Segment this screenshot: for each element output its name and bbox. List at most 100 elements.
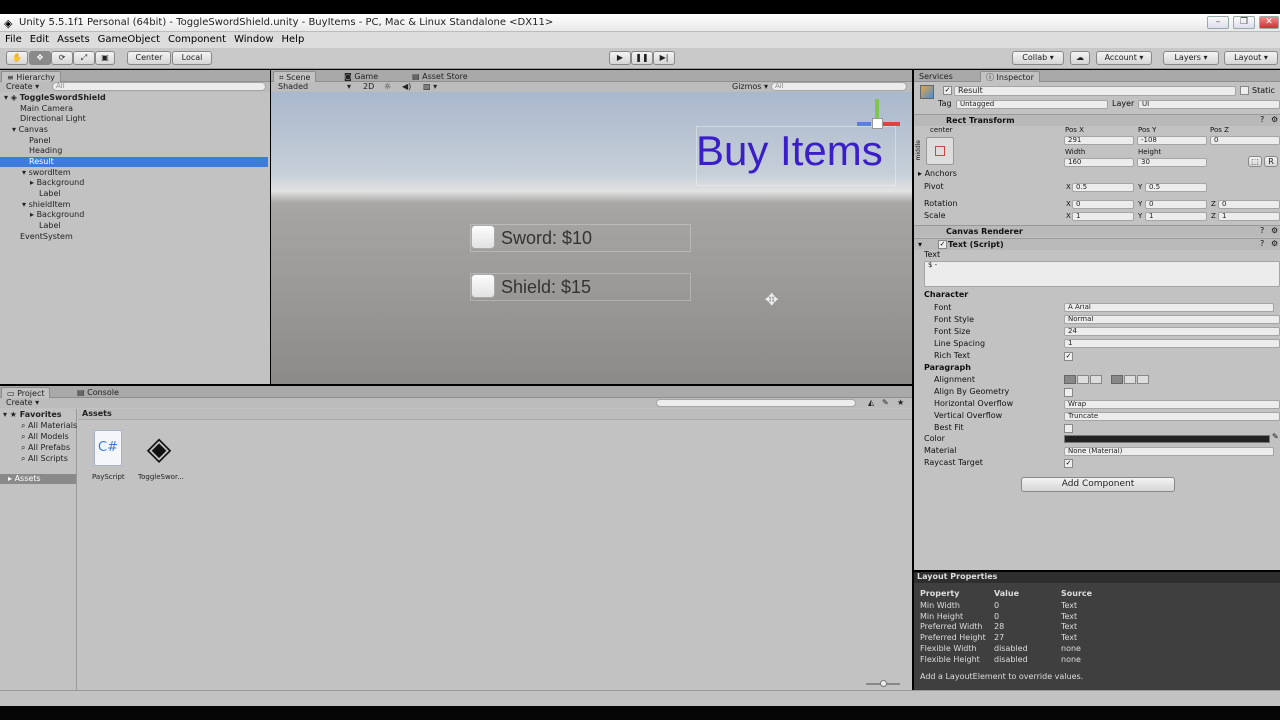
layout-properties-header[interactable]: Layout Properties xyxy=(914,572,1280,583)
hierarchy-item-background[interactable]: ▸ Background xyxy=(30,178,84,188)
breadcrumb[interactable]: Assets xyxy=(82,409,112,419)
menu-gameobject[interactable]: GameObject xyxy=(94,32,164,48)
hierarchy-item-main-camera[interactable]: Main Camera xyxy=(20,104,73,114)
align-right-icon[interactable] xyxy=(1090,375,1102,384)
color-swatch[interactable] xyxy=(1064,435,1270,443)
hierarchy-item-heading[interactable]: Heading xyxy=(29,146,62,156)
gizmos-dropdown[interactable]: Gizmos ▾ xyxy=(732,82,768,92)
pivot-local-button[interactable]: Local xyxy=(172,51,212,65)
scale-y-field[interactable]: 1 xyxy=(1145,212,1207,221)
hierarchy-item-panel[interactable]: Panel xyxy=(29,136,51,146)
tab-console[interactable]: ▤ Console xyxy=(72,387,124,398)
scene-gizmo[interactable] xyxy=(854,99,902,147)
static-checkbox[interactable] xyxy=(1240,86,1249,95)
pos-z-field[interactable]: 0 xyxy=(1210,136,1280,145)
layer-dropdown[interactable]: UI xyxy=(1138,100,1280,109)
raw-edit-icon[interactable]: R xyxy=(1264,156,1278,167)
align-top-icon[interactable] xyxy=(1111,375,1123,384)
gear-icon[interactable]: ⚙ xyxy=(1271,226,1278,236)
hierarchy-item-directional-light[interactable]: Directional Light xyxy=(20,114,86,124)
tab-scene[interactable]: ⌗ Scene xyxy=(273,71,317,82)
filter-label-icon[interactable]: ✎ xyxy=(882,398,889,408)
height-field[interactable]: 30 xyxy=(1137,158,1207,167)
add-component-button[interactable]: Add Component xyxy=(1021,477,1175,492)
menu-help[interactable]: Help xyxy=(278,32,309,48)
cloud-icon[interactable]: ☁ xyxy=(1070,51,1090,65)
pos-x-field[interactable]: 291 xyxy=(1064,136,1134,145)
shield-checkbox[interactable] xyxy=(471,274,495,298)
move-tool-icon[interactable]: ✥ xyxy=(29,51,51,65)
hierarchy-item-canvas[interactable]: ▾ Canvas xyxy=(12,125,48,135)
text-script-header[interactable]: ▾ ✓ Text (Script) ? ⚙ xyxy=(914,238,1280,250)
material-field[interactable]: None (Material) xyxy=(1064,447,1274,456)
scene-root[interactable]: ▾ ◈ ToggleSwordShield xyxy=(4,93,106,103)
raycast-checkbox[interactable]: ✓ xyxy=(1064,459,1073,468)
rotation-x-field[interactable]: 0 xyxy=(1072,200,1134,209)
pause-button[interactable]: ❚❚ xyxy=(631,51,653,65)
canvas-renderer-header[interactable]: Canvas Renderer ? ⚙ xyxy=(914,225,1280,237)
font-size-field[interactable]: 24 xyxy=(1064,327,1280,336)
align-middle-icon[interactable] xyxy=(1124,375,1136,384)
hierarchy-item-label[interactable]: Label xyxy=(39,221,61,231)
help-icon[interactable]: ? xyxy=(1260,239,1264,249)
text-area[interactable]: $ - xyxy=(924,261,1280,287)
h-overflow-dropdown[interactable]: Wrap xyxy=(1064,400,1280,409)
gear-icon[interactable]: ⚙ xyxy=(1271,239,1278,249)
filter-type-icon[interactable]: ◭ xyxy=(868,398,874,408)
favorite-star-icon[interactable]: ★ xyxy=(897,398,904,408)
hierarchy-item-background[interactable]: ▸ Background xyxy=(30,210,84,220)
scene-viewport[interactable]: Buy Items Sword: $10 Shield: $15 ✥ xyxy=(271,92,912,384)
minimize-button[interactable]: – xyxy=(1207,16,1229,29)
collab-button[interactable]: Collab ▾ xyxy=(1012,51,1064,65)
pivot-x-field[interactable]: 0.5 xyxy=(1072,183,1134,192)
menu-component[interactable]: Component xyxy=(164,32,230,48)
hierarchy-search-input[interactable]: All xyxy=(52,82,266,91)
object-name-field[interactable]: Result xyxy=(954,86,1236,96)
active-checkbox[interactable]: ✓ xyxy=(943,86,952,95)
tab-game[interactable]: ◙ Game xyxy=(339,71,383,82)
project-search-input[interactable] xyxy=(656,399,856,407)
hierarchy-item-eventsystem[interactable]: EventSystem xyxy=(20,232,73,242)
menu-file[interactable]: File xyxy=(1,32,26,48)
line-spacing-field[interactable]: 1 xyxy=(1064,339,1280,348)
hierarchy-item-sworditem[interactable]: ▾ swordItem xyxy=(22,168,71,178)
rect-handle-icon[interactable]: ✥ xyxy=(765,290,778,309)
anchors-foldout[interactable]: ▸ Anchors xyxy=(918,169,957,179)
assets-folder[interactable]: ▸ Assets xyxy=(0,474,76,484)
pivot-center-button[interactable]: Center xyxy=(127,51,171,65)
layout-dropdown[interactable]: Layout ▾ xyxy=(1224,51,1278,65)
asset-item[interactable]: C# PayScript xyxy=(90,430,128,481)
tab-project[interactable]: ▭ Project xyxy=(1,387,51,398)
blueprint-mode-icon[interactable]: ⬚ xyxy=(1248,156,1262,167)
width-field[interactable]: 160 xyxy=(1064,158,1134,167)
help-icon[interactable]: ? xyxy=(1260,115,1264,125)
scene-search-input[interactable]: All xyxy=(771,82,907,91)
rotation-z-field[interactable]: 0 xyxy=(1218,200,1280,209)
mode-2d-toggle[interactable]: 2D xyxy=(363,82,374,92)
hierarchy-item-shielditem[interactable]: ▾ shieldItem xyxy=(22,200,70,210)
align-geometry-checkbox[interactable] xyxy=(1064,388,1073,397)
shading-dropdown[interactable]: Shaded xyxy=(278,82,308,92)
slider-thumb[interactable] xyxy=(880,680,887,687)
align-bottom-icon[interactable] xyxy=(1137,375,1149,384)
sword-checkbox[interactable] xyxy=(471,225,495,249)
scale-x-field[interactable]: 1 xyxy=(1072,212,1134,221)
project-create-dropdown[interactable]: Create ▾ xyxy=(6,398,39,408)
icon-size-slider[interactable] xyxy=(866,680,900,687)
audio-icon[interactable]: ◀) xyxy=(402,82,411,92)
pos-y-field[interactable]: -108 xyxy=(1137,136,1207,145)
best-fit-checkbox[interactable] xyxy=(1064,424,1073,433)
rich-text-checkbox[interactable]: ✓ xyxy=(1064,352,1073,361)
layers-dropdown[interactable]: Layers ▾ xyxy=(1163,51,1219,65)
align-left-icon[interactable] xyxy=(1064,375,1076,384)
pivot-y-field[interactable]: 0.5 xyxy=(1145,183,1207,192)
menu-window[interactable]: Window xyxy=(230,32,277,48)
tag-dropdown[interactable]: Untagged xyxy=(956,100,1108,109)
tab-asset-store[interactable]: ▤ Asset Store xyxy=(407,71,473,82)
play-button[interactable]: ▶ xyxy=(609,51,631,65)
scale-tool-icon[interactable]: ⤢ xyxy=(73,51,95,65)
rotation-y-field[interactable]: 0 xyxy=(1145,200,1207,209)
foldout-arrow-icon[interactable]: ▾ xyxy=(918,240,922,250)
fav-all-prefabs[interactable]: ⌕ All Prefabs xyxy=(21,443,70,453)
effects-icon[interactable]: ▨ ▾ xyxy=(423,82,437,92)
